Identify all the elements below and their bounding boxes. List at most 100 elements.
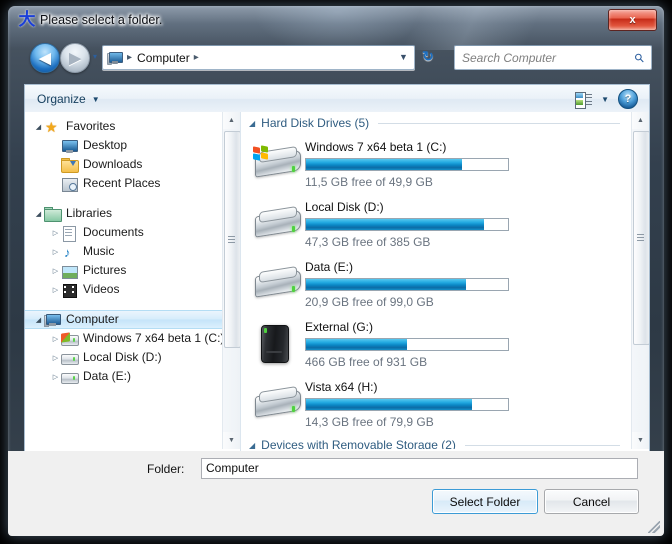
scrollbar-thumb[interactable] [633,131,649,345]
organize-button[interactable]: Organize ▼ [37,92,100,106]
drive-name: External (G:) [305,320,374,334]
navigation-bar: ◀ ▶ ▾ ▸ Computer ▸ ▼ ↻ Search Computer ⚲ [8,36,664,78]
drive-name: Vista x64 (H:) [305,380,378,394]
tree-item-drive-d[interactable]: ▷ Local Disk (D:) [25,348,240,367]
select-folder-button[interactable]: Select Folder [432,489,538,514]
tree-item-favorites[interactable]: ◢ ★ Favorites [25,117,240,136]
tree-item-label: Local Disk (D:) [83,350,162,364]
scrollbar-thumb[interactable] [224,131,240,348]
close-button[interactable]: x [608,9,657,31]
tree-item-recent-places[interactable]: Recent Places [25,174,240,193]
view-mode-chevron-down-icon[interactable]: ▼ [601,95,609,104]
tree-item-computer[interactable]: ◢ Computer [25,310,240,329]
drive-item-h[interactable]: Vista x64 (H:) 14,3 GB free of 79,9 GB [241,374,632,434]
tree-item-downloads[interactable]: Downloads [25,155,240,174]
expander-icon[interactable]: ◢ [33,314,44,325]
hard-drive-icon [251,259,303,303]
scroll-down-icon[interactable]: ▼ [632,432,649,449]
scroll-down-icon[interactable]: ▼ [223,432,240,449]
expander-icon[interactable]: ▷ [50,352,61,363]
screen: 大 Please select a folder. x ◀ ▶ ▾ ▸ Comp… [0,0,672,544]
drive-item-d[interactable]: Local Disk (D:) 47,3 GB free of 385 GB [241,194,632,254]
expander-icon[interactable]: ▷ [50,371,61,382]
chevron-down-icon: ▼ [91,94,100,104]
tree-item-libraries[interactable]: ◢ Libraries [25,204,240,223]
tree-gap-2 [25,299,240,310]
drive-item-c[interactable]: Windows 7 x64 beta 1 (C:) 11,5 GB free o… [241,134,632,194]
documents-icon [61,225,78,242]
refresh-icon[interactable]: ↻ [417,46,439,67]
drive-capacity-text: 11,5 GB free of 49,9 GB [305,175,433,189]
drive-name: Local Disk (D:) [305,200,384,214]
cancel-button[interactable]: Cancel [544,489,639,514]
drive-capacity-text: 47,3 GB free of 385 GB [305,235,431,249]
group-header-removable-storage[interactable]: ◢ Devices with Removable Storage (2) [241,434,632,449]
tree-item-music[interactable]: ▷ ♪ Music [25,242,240,261]
tree-item-desktop[interactable]: Desktop [25,136,240,155]
forward-arrow-icon: ▶ [69,49,81,67]
capacity-bar [305,398,509,411]
scroll-up-icon[interactable]: ▲ [632,112,649,129]
videos-icon [61,282,78,298]
folder-input[interactable]: Computer [201,458,638,479]
capacity-bar-fill [306,159,462,170]
tree-item-drive-e[interactable]: ▷ Data (E:) [25,367,240,386]
chevron-down-icon[interactable]: ▼ [397,53,410,62]
search-input[interactable]: Search Computer ⚲ [454,45,652,70]
file-list-scrollbar[interactable]: ▲ ▼ [631,112,649,449]
tree-item-videos[interactable]: ▷ Videos [25,280,240,299]
folder-picker-dialog: 大 Please select a folder. x ◀ ▶ ▾ ▸ Comp… [8,6,664,536]
windows-flag-icon [253,145,270,162]
file-list: ◢ Hard Disk Drives (5) Windows 7 x64 bet… [241,112,632,449]
expander-icon[interactable]: ◢ [33,121,44,132]
tree-item-drive-c[interactable]: ▷ Windows 7 x64 beta 1 (C:) [25,329,240,348]
group-header-hard-disk-drives[interactable]: ◢ Hard Disk Drives (5) [241,112,632,134]
drive-capacity-text: 14,3 GB free of 79,9 GB [305,415,434,429]
collapse-triangle-icon[interactable]: ◢ [249,119,255,128]
group-header-label: Devices with Removable Storage (2) [261,438,456,449]
tree-item-label: Music [83,244,115,258]
drive-item-g[interactable]: External (G:) 466 GB free of 931 GB [241,314,632,374]
tree-item-label: Windows 7 x64 beta 1 (C:) [83,331,225,345]
navigation-tree: ◢ ★ Favorites Desktop Downloads Recent P… [25,112,240,449]
tree-item-label: Libraries [66,206,113,220]
expander-icon[interactable]: ▷ [50,265,61,276]
help-button[interactable]: ? [618,89,638,109]
expander-icon[interactable]: ▷ [50,246,61,257]
capacity-bar-fill [306,219,484,230]
address-bar[interactable]: ▸ Computer ▸ ▼ [102,45,415,70]
resize-grip[interactable] [648,521,660,533]
drive-info: Data (E:) 20,9 GB free of 99,0 GB [305,259,509,309]
expander-icon[interactable]: ▷ [50,284,61,295]
recent-locations-button[interactable]: ▾ [90,52,100,62]
command-bar-right: ▼ ? [575,89,638,109]
music-icon: ♪ [64,244,71,260]
drive-name: Data (E:) [305,260,354,274]
tree-item-pictures[interactable]: ▷ Pictures [25,261,240,280]
view-mode-icon[interactable] [575,91,593,109]
forward-button[interactable]: ▶ [60,43,90,73]
collapse-triangle-icon[interactable]: ◢ [249,441,255,450]
drive-info: Vista x64 (H:) 14,3 GB free of 79,9 GB [305,379,509,429]
scroll-up-icon[interactable]: ▲ [223,112,240,129]
windows-hard-drive-icon [251,139,303,183]
tree-item-documents[interactable]: ▷ Documents [25,223,240,242]
back-arrow-icon: ◀ [39,49,51,67]
tree-item-label: Favorites [66,119,116,133]
tree-gap [25,193,240,204]
expander-icon[interactable]: ▷ [50,227,61,238]
tree-item-label: Documents [83,225,144,239]
expander-icon[interactable]: ◢ [33,208,44,219]
breadcrumb-computer[interactable]: Computer [137,51,190,65]
expander-icon[interactable]: ▷ [50,333,61,344]
drive-item-e[interactable]: Data (E:) 20,9 GB free of 99,0 GB [241,254,632,314]
capacity-bar [305,218,509,231]
breadcrumb-separator-icon-2[interactable]: ▸ [194,52,199,63]
tree-scrollbar[interactable]: ▲ ▼ [222,112,240,449]
hard-drive-icon [251,199,303,243]
tree-item-label: Pictures [83,263,127,277]
back-button[interactable]: ◀ [30,43,60,73]
